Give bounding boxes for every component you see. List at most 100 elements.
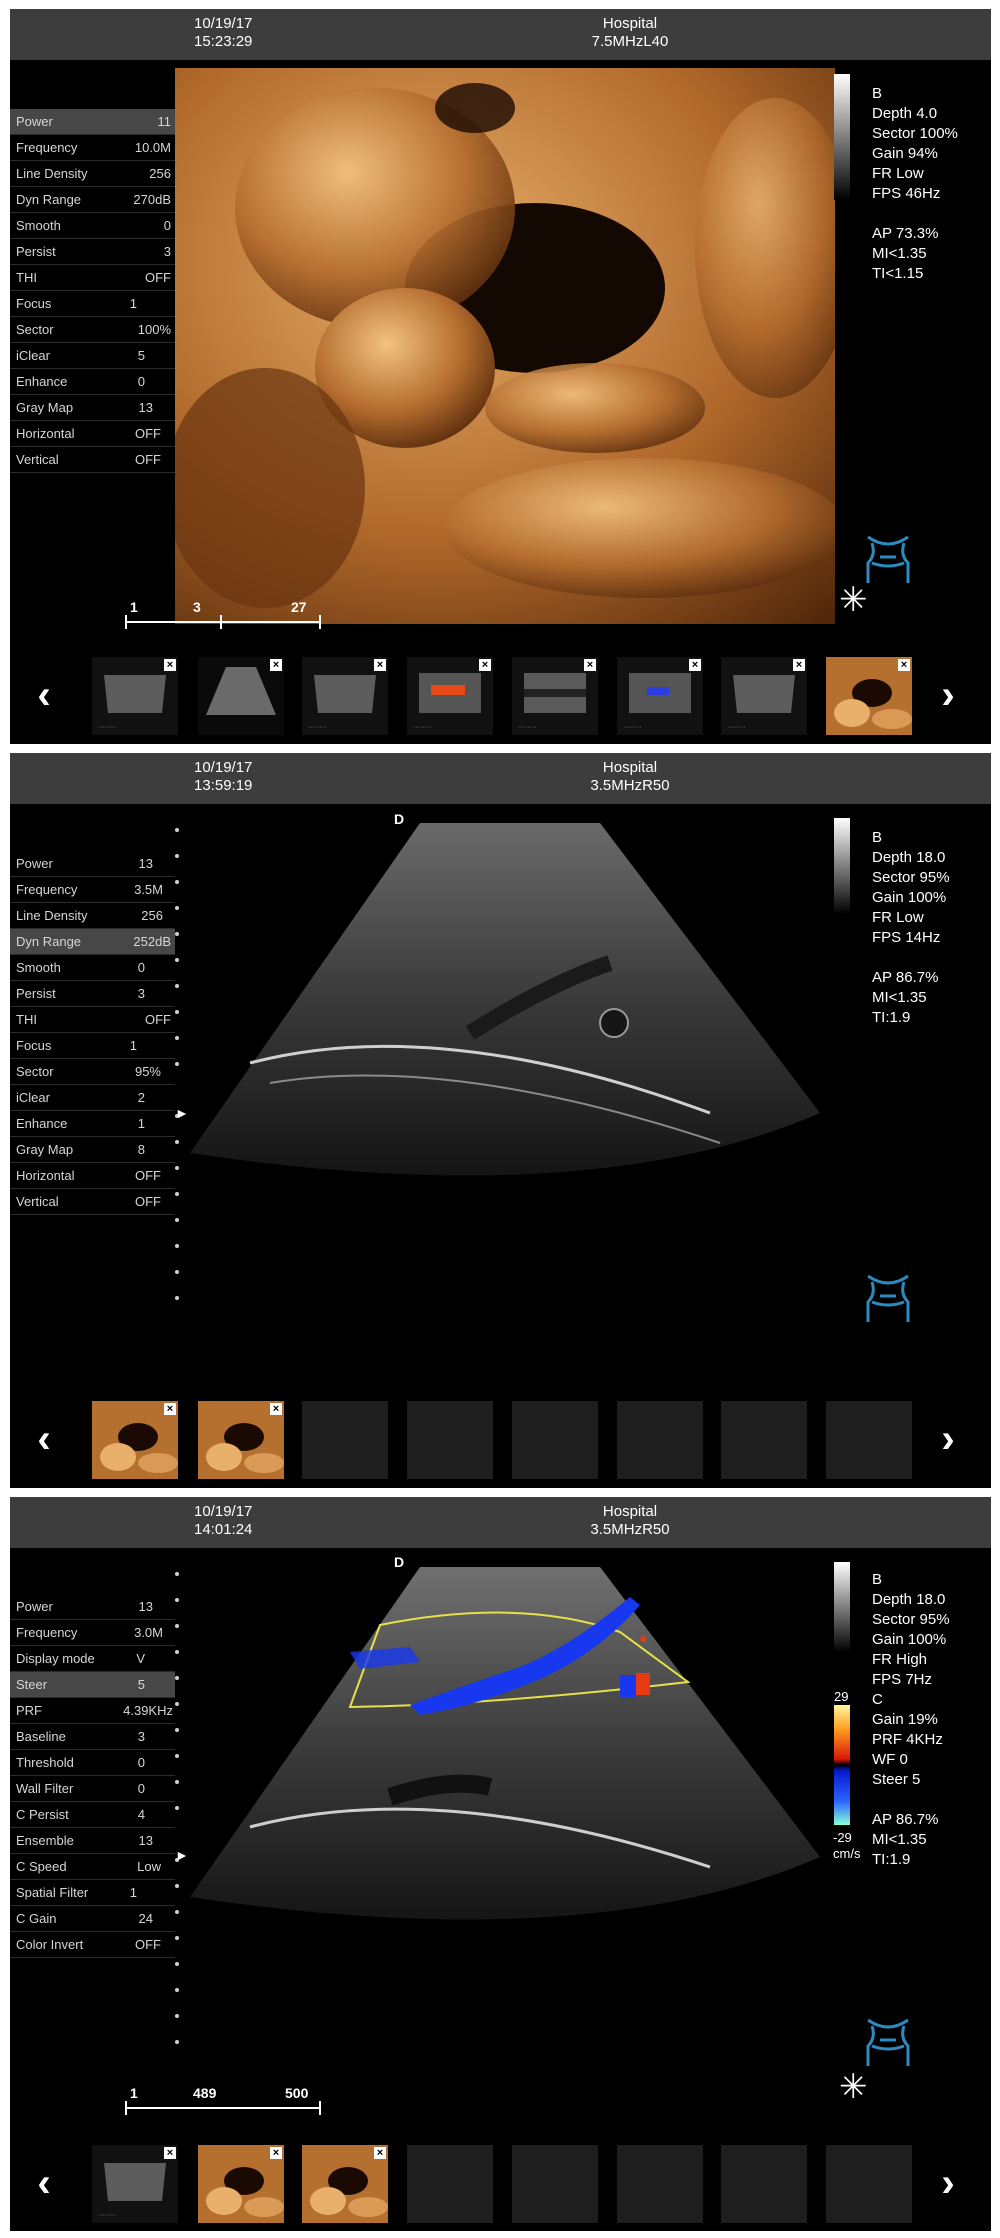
prev-thumbnails-button[interactable]: ‹ xyxy=(32,675,56,715)
param-thi[interactable]: THI OFF xyxy=(10,1007,175,1033)
param-color-invert[interactable]: Color Invert OFF xyxy=(10,1932,175,1958)
param-power[interactable]: Power 11 xyxy=(10,109,175,135)
freeze-icon[interactable]: ✳ xyxy=(839,583,868,617)
close-icon[interactable]: × xyxy=(898,659,910,671)
param-enhance[interactable]: Enhance 1 xyxy=(10,1111,175,1137)
param-enhance[interactable]: Enhance 0 xyxy=(10,369,175,395)
exam-date: 10/19/17 xyxy=(194,15,253,32)
param-focus[interactable]: Focus 1 xyxy=(10,1033,175,1059)
param-line-density[interactable]: Line Density 256 xyxy=(10,903,175,929)
param-frequency[interactable]: Frequency 3.5M xyxy=(10,877,175,903)
thumbnail-selected[interactable]: × xyxy=(826,657,912,735)
3d-render-image xyxy=(175,68,835,624)
param-steer[interactable]: Steer 5 xyxy=(10,1672,175,1698)
param-power[interactable]: Power 13 xyxy=(10,851,175,877)
thumbnail-empty xyxy=(721,1401,807,1479)
param-iclear[interactable]: iClear 2 xyxy=(10,1085,175,1111)
close-icon[interactable]: × xyxy=(584,659,596,671)
close-icon[interactable]: × xyxy=(164,659,176,671)
thumbnail[interactable]: × xyxy=(92,1401,178,1479)
thumbnail[interactable]: ········ × xyxy=(92,2145,178,2223)
close-icon[interactable]: × xyxy=(793,659,805,671)
param-gray-map[interactable]: Gray Map 8 xyxy=(10,1137,175,1163)
status-header: 10/19/17 13:59:19 Hospital 3.5MHzR50 xyxy=(10,753,991,804)
param-persist[interactable]: Persist 3 xyxy=(10,239,175,265)
param-frequency[interactable]: Frequency 3.0M xyxy=(10,1620,175,1646)
thumbnail-empty xyxy=(302,1401,388,1479)
thumbnail-empty xyxy=(721,2145,807,2223)
param-display-mode[interactable]: Display mode V xyxy=(10,1646,175,1672)
close-icon[interactable]: × xyxy=(270,1403,282,1415)
exam-time: 15:23:29 xyxy=(194,33,253,50)
param-focus[interactable]: Focus 1 xyxy=(10,291,175,317)
param-c-gain[interactable]: C Gain 24 xyxy=(10,1906,175,1932)
close-icon[interactable]: × xyxy=(689,659,701,671)
param-vertical[interactable]: Vertical OFF xyxy=(10,447,175,473)
close-icon[interactable]: × xyxy=(164,1403,176,1415)
thumbnail-empty xyxy=(512,2145,598,2223)
prev-thumbnails-button[interactable]: ‹ xyxy=(32,2163,56,2203)
probe-orientation-icon xyxy=(866,535,910,583)
ultrasound-panel-2: 10/19/17 13:59:19 Hospital 3.5MHzR50 Pow… xyxy=(10,753,991,1488)
thumbnail[interactable]: ········ × xyxy=(617,657,703,735)
thumbnail-empty xyxy=(512,1401,598,1479)
prev-thumbnails-button[interactable]: ‹ xyxy=(32,1419,56,1459)
param-smooth[interactable]: Smooth 0 xyxy=(10,955,175,981)
param-line-density[interactable]: Line Density 256 xyxy=(10,161,175,187)
next-thumbnails-button[interactable]: › xyxy=(936,1419,960,1459)
thumbnail[interactable]: × xyxy=(198,657,284,735)
param-gray-map[interactable]: Gray Map 13 xyxy=(10,395,175,421)
param-dyn-range[interactable]: Dyn Range 270dB xyxy=(10,187,175,213)
exam-date: 10/19/17 xyxy=(194,1503,253,1520)
hospital-name: Hospital xyxy=(602,15,658,32)
param-smooth[interactable]: Smooth 0 xyxy=(10,213,175,239)
thumbnail[interactable]: × xyxy=(302,2145,388,2223)
status-header: 10/19/17 15:23:29 Hospital 7.5MHzL40 xyxy=(10,9,991,60)
param-threshold[interactable]: Threshold 0 xyxy=(10,1750,175,1776)
param-spatial-filter[interactable]: Spatial Filter 1 xyxy=(10,1880,175,1906)
thumbnail[interactable]: ········ × xyxy=(302,657,388,735)
depth-markers xyxy=(175,1572,179,2072)
param-dyn-range[interactable]: Dyn Range 252dB xyxy=(10,929,175,955)
param-sector[interactable]: Sector 95% xyxy=(10,1059,175,1085)
close-icon[interactable]: × xyxy=(374,2147,386,2159)
param-prf[interactable]: PRF 4.39KHz xyxy=(10,1698,175,1724)
next-thumbnails-button[interactable]: › xyxy=(936,675,960,715)
close-icon[interactable]: × xyxy=(479,659,491,671)
param-ensemble[interactable]: Ensemble 13 xyxy=(10,1828,175,1854)
param-sector[interactable]: Sector 100% xyxy=(10,317,175,343)
close-icon[interactable]: × xyxy=(164,2147,176,2159)
param-vertical[interactable]: Vertical OFF xyxy=(10,1189,175,1215)
param-wall-filter[interactable]: Wall Filter 0 xyxy=(10,1776,175,1802)
close-icon[interactable]: × xyxy=(270,659,282,671)
param-persist[interactable]: Persist 3 xyxy=(10,981,175,1007)
close-icon[interactable]: × xyxy=(374,659,386,671)
thumbnail[interactable]: ········ × xyxy=(407,657,493,735)
close-icon[interactable]: × xyxy=(270,2147,282,2159)
colormap-min: -29 xyxy=(833,1830,852,1845)
thumbnail[interactable]: ········ × xyxy=(721,657,807,735)
depth-markers xyxy=(175,828,179,1328)
thumbnail-strip: ‹ ········ × × ········ × ········ × ······… xyxy=(10,649,991,737)
colormap-max: 29 xyxy=(834,1689,849,1704)
probe-orientation-icon xyxy=(866,2018,910,2066)
thumbnail[interactable]: ········ × xyxy=(92,657,178,735)
param-horizontal[interactable]: Horizontal OFF xyxy=(10,1163,175,1189)
thumbnail[interactable]: ········ × xyxy=(512,657,598,735)
thumbnail[interactable]: × xyxy=(198,2145,284,2223)
color-doppler-sector-image xyxy=(190,1567,820,1920)
param-iclear[interactable]: iClear 5 xyxy=(10,343,175,369)
param-c-speed[interactable]: C Speed Low xyxy=(10,1854,175,1880)
param-horizontal[interactable]: Horizontal OFF xyxy=(10,421,175,447)
freeze-icon[interactable]: ✳ xyxy=(839,2070,868,2104)
param-frequency[interactable]: Frequency 10.0M xyxy=(10,135,175,161)
param-thi[interactable]: THI OFF xyxy=(10,265,175,291)
thumbnail-empty xyxy=(617,1401,703,1479)
param-c-persist[interactable]: C Persist 4 xyxy=(10,1802,175,1828)
thumbnail[interactable]: × xyxy=(198,1401,284,1479)
param-baseline[interactable]: Baseline 3 xyxy=(10,1724,175,1750)
grayscale-bar xyxy=(834,74,850,200)
next-thumbnails-button[interactable]: › xyxy=(936,2163,960,2203)
param-power[interactable]: Power 13 xyxy=(10,1594,175,1620)
exam-date: 10/19/17 xyxy=(194,759,253,776)
